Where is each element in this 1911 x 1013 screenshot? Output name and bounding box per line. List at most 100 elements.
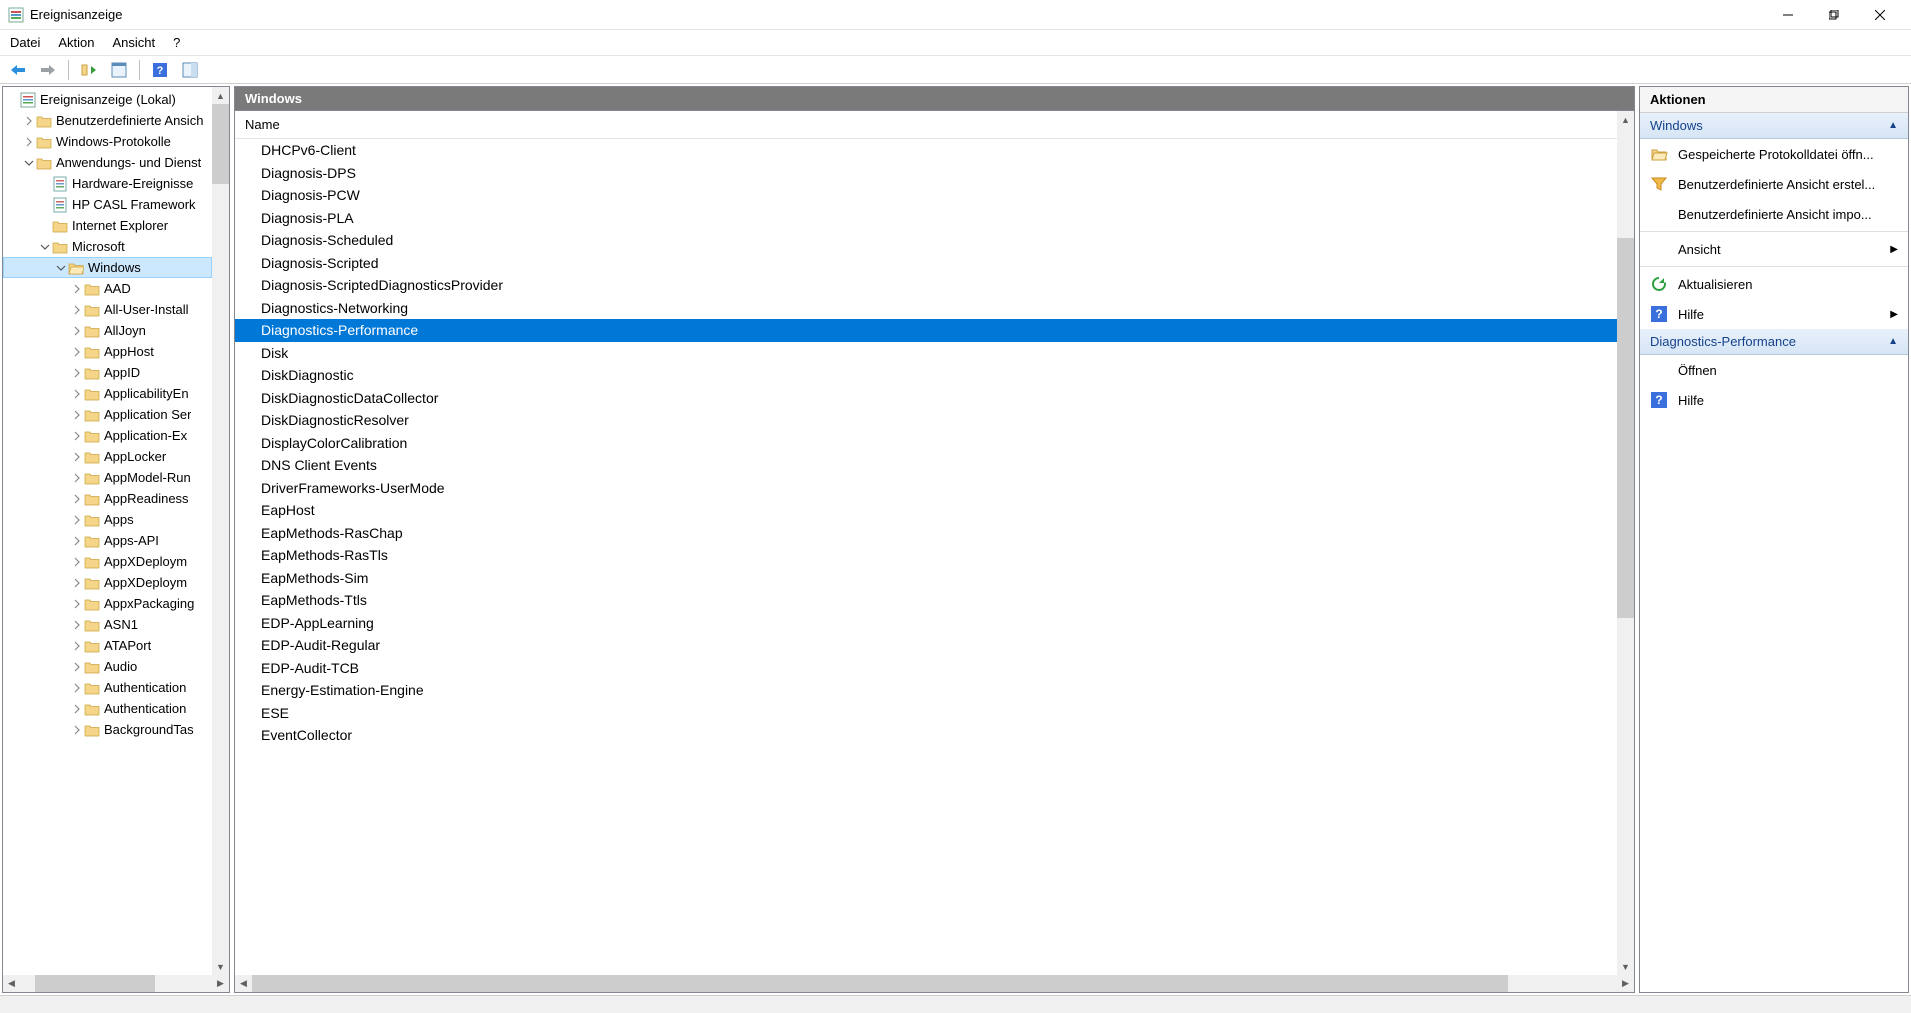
list-item[interactable]: Diagnosis-Scheduled bbox=[235, 229, 1617, 252]
tree-item[interactable]: AppModel-Run bbox=[3, 467, 212, 488]
tree-item[interactable]: Apps bbox=[3, 509, 212, 530]
list-item[interactable]: EventCollector bbox=[235, 724, 1617, 747]
list-item[interactable]: EapMethods-RasChap bbox=[235, 522, 1617, 545]
list-item[interactable]: EapMethods-RasTls bbox=[235, 544, 1617, 567]
scroll-thumb[interactable] bbox=[35, 975, 155, 992]
action-view-submenu[interactable]: Ansicht ▶ bbox=[1640, 234, 1908, 264]
center-list[interactable]: DHCPv6-ClientDiagnosis-DPSDiagnosis-PCWD… bbox=[235, 139, 1617, 975]
tree-item[interactable]: Authentication bbox=[3, 677, 212, 698]
tree-item[interactable]: AppXDeploym bbox=[3, 572, 212, 593]
menu-view[interactable]: Ansicht bbox=[113, 35, 156, 50]
show-hide-tree-button[interactable] bbox=[77, 58, 101, 82]
forward-button[interactable] bbox=[36, 58, 60, 82]
tree-item[interactable]: AAD bbox=[3, 278, 212, 299]
list-item[interactable]: Diagnostics-Networking bbox=[235, 297, 1617, 320]
tree-item[interactable]: Apps-API bbox=[3, 530, 212, 551]
tree-root[interactable]: Ereignisanzeige (Lokal) bbox=[3, 89, 212, 110]
list-scrollbar-horizontal[interactable]: ◀ ▶ bbox=[235, 975, 1634, 992]
close-button[interactable] bbox=[1857, 0, 1903, 30]
list-item[interactable]: Diagnosis-PCW bbox=[235, 184, 1617, 207]
action-help-2[interactable]: ? Hilfe bbox=[1640, 385, 1908, 415]
menu-help[interactable]: ? bbox=[173, 35, 180, 50]
list-item[interactable]: DNS Client Events bbox=[235, 454, 1617, 477]
list-item[interactable]: DisplayColorCalibration bbox=[235, 432, 1617, 455]
action-create-custom-view[interactable]: Benutzerdefinierte Ansicht erstel... bbox=[1640, 169, 1908, 199]
list-item[interactable]: EDP-Audit-Regular bbox=[235, 634, 1617, 657]
tree-scrollbar-vertical[interactable]: ▲ ▼ bbox=[212, 87, 229, 975]
action-import-custom-view[interactable]: Benutzerdefinierte Ansicht impo... bbox=[1640, 199, 1908, 229]
list-item[interactable]: DriverFrameworks-UserMode bbox=[235, 477, 1617, 500]
tree-item[interactable]: ApplicabilityEn bbox=[3, 383, 212, 404]
tree-item[interactable]: ATAPort bbox=[3, 635, 212, 656]
list-item[interactable]: Energy-Estimation-Engine bbox=[235, 679, 1617, 702]
maximize-button[interactable] bbox=[1811, 0, 1857, 30]
scroll-thumb[interactable] bbox=[252, 975, 1508, 992]
list-item[interactable]: Diagnosis-ScriptedDiagnosticsProvider bbox=[235, 274, 1617, 297]
list-item[interactable]: EapMethods-Ttls bbox=[235, 589, 1617, 612]
tree-windows[interactable]: Windows bbox=[3, 257, 212, 278]
tree-hardware-events[interactable]: Hardware-Ereignisse bbox=[3, 173, 212, 194]
tree-item[interactable]: All-User-Install bbox=[3, 299, 212, 320]
column-header-name[interactable]: Name bbox=[235, 111, 1617, 139]
tree-windows-logs[interactable]: Windows-Protokolle bbox=[3, 131, 212, 152]
tree-hp-casl[interactable]: HP CASL Framework bbox=[3, 194, 212, 215]
tree-item[interactable]: AppHost bbox=[3, 341, 212, 362]
list-item[interactable]: EapHost bbox=[235, 499, 1617, 522]
back-button[interactable] bbox=[6, 58, 30, 82]
collapse-icon[interactable]: ▲ bbox=[1888, 336, 1898, 347]
tree-scrollbar-horizontal[interactable]: ◀ ▶ bbox=[3, 975, 229, 992]
menu-file[interactable]: Datei bbox=[10, 35, 40, 50]
tree-item[interactable]: AppReadiness bbox=[3, 488, 212, 509]
tree-item[interactable]: AppID bbox=[3, 362, 212, 383]
show-hide-actions-button[interactable] bbox=[178, 58, 202, 82]
tree-item[interactable]: AppXDeploym bbox=[3, 551, 212, 572]
tree-item[interactable]: Application Ser bbox=[3, 404, 212, 425]
tree-app-service-logs[interactable]: Anwendungs- und Dienst bbox=[3, 152, 212, 173]
tree-item[interactable]: AllJoyn bbox=[3, 320, 212, 341]
navigation-tree[interactable]: Ereignisanzeige (Lokal)Benutzerdefiniert… bbox=[3, 87, 212, 975]
list-item[interactable]: EDP-Audit-TCB bbox=[235, 657, 1617, 680]
action-open[interactable]: Öffnen bbox=[1640, 355, 1908, 385]
list-item[interactable]: DiskDiagnostic bbox=[235, 364, 1617, 387]
menu-action[interactable]: Aktion bbox=[58, 35, 94, 50]
list-item[interactable]: Diagnosis-DPS bbox=[235, 162, 1617, 185]
list-item[interactable]: Diagnosis-PLA bbox=[235, 207, 1617, 230]
list-item[interactable]: Diagnostics-Performance bbox=[235, 319, 1617, 342]
scroll-down-arrow[interactable]: ▼ bbox=[1617, 958, 1634, 975]
list-item[interactable]: Disk bbox=[235, 342, 1617, 365]
scroll-up-arrow[interactable]: ▲ bbox=[1617, 111, 1634, 128]
properties-button[interactable] bbox=[107, 58, 131, 82]
list-item[interactable]: DiskDiagnosticDataCollector bbox=[235, 387, 1617, 410]
list-item[interactable]: EDP-AppLearning bbox=[235, 612, 1617, 635]
tree-custom-views[interactable]: Benutzerdefinierte Ansich bbox=[3, 110, 212, 131]
tree-item[interactable]: AppxPackaging bbox=[3, 593, 212, 614]
action-refresh[interactable]: Aktualisieren bbox=[1640, 269, 1908, 299]
tree-microsoft[interactable]: Microsoft bbox=[3, 236, 212, 257]
scroll-left-arrow[interactable]: ◀ bbox=[3, 975, 20, 992]
tree-item[interactable]: ASN1 bbox=[3, 614, 212, 635]
tree-item[interactable]: Authentication bbox=[3, 698, 212, 719]
actions-section-selection[interactable]: Diagnostics-Performance ▲ bbox=[1640, 329, 1908, 355]
collapse-icon[interactable]: ▲ bbox=[1888, 120, 1898, 131]
scroll-up-arrow[interactable]: ▲ bbox=[212, 87, 229, 104]
tree-item[interactable]: BackgroundTas bbox=[3, 719, 212, 740]
list-item[interactable]: EapMethods-Sim bbox=[235, 567, 1617, 590]
action-help[interactable]: ? Hilfe ▶ bbox=[1640, 299, 1908, 329]
actions-section-windows[interactable]: Windows ▲ bbox=[1640, 113, 1908, 139]
scroll-thumb[interactable] bbox=[212, 104, 229, 184]
scroll-left-arrow[interactable]: ◀ bbox=[235, 975, 252, 992]
list-item[interactable]: DHCPv6-Client bbox=[235, 139, 1617, 162]
tree-item[interactable]: Application-Ex bbox=[3, 425, 212, 446]
scroll-down-arrow[interactable]: ▼ bbox=[212, 958, 229, 975]
help-button[interactable]: ? bbox=[148, 58, 172, 82]
scroll-right-arrow[interactable]: ▶ bbox=[1617, 975, 1634, 992]
tree-item[interactable]: Audio bbox=[3, 656, 212, 677]
list-item[interactable]: DiskDiagnosticResolver bbox=[235, 409, 1617, 432]
minimize-button[interactable] bbox=[1765, 0, 1811, 30]
action-open-saved-log[interactable]: Gespeicherte Protokolldatei öffn... bbox=[1640, 139, 1908, 169]
list-item[interactable]: Diagnosis-Scripted bbox=[235, 252, 1617, 275]
list-item[interactable]: ESE bbox=[235, 702, 1617, 725]
scroll-right-arrow[interactable]: ▶ bbox=[212, 975, 229, 992]
list-scrollbar-vertical[interactable]: ▲ ▼ bbox=[1617, 111, 1634, 975]
tree-item[interactable]: AppLocker bbox=[3, 446, 212, 467]
